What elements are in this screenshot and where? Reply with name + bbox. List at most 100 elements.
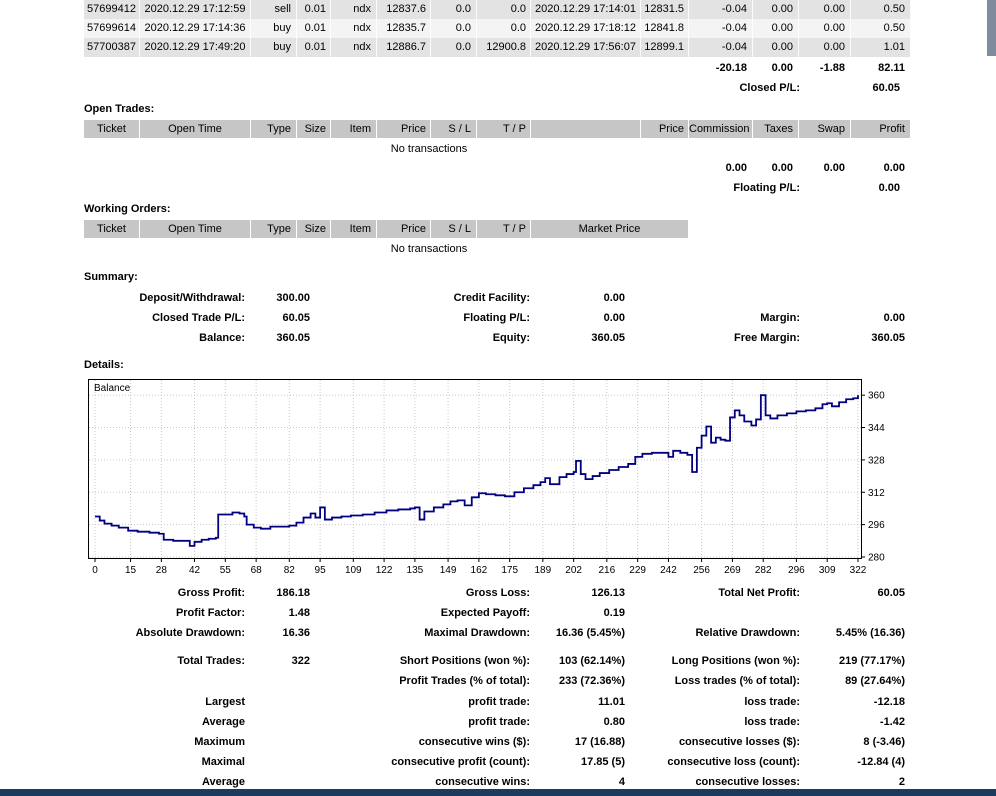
stat-label: consecutive wins ($): [310,735,530,749]
stat-value: 300.00 [245,290,310,306]
header-close-price: Price [641,120,689,138]
cell-sl: 0.0 [431,38,477,57]
cell-size: 0.01 [297,19,331,38]
stat-label: Expected Payoff: [310,606,530,620]
total-swap: -1.88 [799,60,851,76]
chart-xtick-label: 322 [850,565,867,576]
stat-value: 16.36 [245,626,310,640]
chart-xtick-label: 42 [189,565,201,576]
total-swap: 0.00 [799,160,851,176]
stat-row: Largest profit trade: 11.01 loss trade: … [84,695,905,709]
cell-taxes: 0.00 [753,19,799,38]
header-open-time: Open Time [140,220,251,238]
stat-label: Profit Factor: [84,606,245,620]
cell-ticket: 57699614 [84,19,140,38]
chart-xtick-label: 175 [501,565,518,576]
stat-value: 360.05 [530,330,625,346]
header-tp: T / P [477,220,531,238]
stat-label: Total Trades: [84,654,245,668]
closed-totals-row: -20.18 0.00 -1.88 82.11 [84,60,911,76]
floating-pl-value: 0.00 [800,180,905,196]
chart-xtick-label: 109 [345,565,362,576]
cell-size: 0.01 [297,0,331,19]
cell-sl: 0.0 [431,19,477,38]
cell-price: 12835.7 [377,19,431,38]
cell-close-time: 2020.12.29 17:56:07 [531,38,641,57]
stat-value: 89 (27.64%) [800,674,905,688]
stat-value: 0.00 [800,310,905,326]
header-type: Type [251,120,297,138]
summary-row: Closed Trade P/L: 60.05 Floating P/L: 0.… [84,310,905,326]
chart-xtick-label: 229 [629,565,646,576]
stat-label: Gross Profit: [84,586,245,600]
stat-label: profit trade: [310,715,530,729]
chart-xtick-label: 15 [125,565,137,576]
closed-trades-section: 57699412 2020.12.29 17:12:59 sell 0.01 n… [84,0,911,96]
header-market-price: Market Price [531,220,689,238]
open-trades-empty: No transactions [84,142,774,156]
stat-label: Relative Drawdown: [625,626,800,640]
stat-label [84,674,245,688]
chart-xtick-label: 216 [598,565,615,576]
header-tp: T / P [477,120,531,138]
cell-open-time: 2020.12.29 17:49:20 [140,38,251,57]
open-trades-title: Open Trades: [84,102,911,116]
stat-value: 60.05 [800,586,905,600]
stat-label: Short Positions (won %): [310,654,530,668]
chart-border [89,380,862,559]
header-size: Size [297,220,331,238]
stat-label: profit trade: [310,695,530,709]
stat-label [625,290,800,306]
table-row[interactable]: 57699614 2020.12.29 17:14:36 buy 0.01 nd… [84,19,911,38]
details-title: Details: [84,358,124,372]
stat-value: 17.85 (5) [530,755,625,769]
stat-label: loss trade: [625,715,800,729]
chart-xtick-label: 95 [315,565,327,576]
chart-ytick-label: 280 [868,552,885,563]
stat-value: 233 (72.36%) [530,674,625,688]
chart-xtick-label: 242 [660,565,677,576]
stat-row: Profit Trades (% of total): 233 (72.36%)… [84,674,905,688]
header-ticket: Ticket [84,120,140,138]
stat-label: consecutive wins: [310,775,530,789]
cell-ticket: 57700387 [84,38,140,57]
stat-value: 0.00 [530,290,625,306]
scrollbar-thumb[interactable] [987,0,996,56]
stat-value: 103 (62.14%) [530,654,625,668]
balance-chart-svg: 3603443283122962800152842556882951091221… [88,379,900,579]
table-row[interactable]: 57699412 2020.12.29 17:12:59 sell 0.01 n… [84,0,911,19]
header-sl: S / L [431,120,477,138]
summary-title: Summary: [84,270,905,284]
table-row[interactable]: 57700387 2020.12.29 17:49:20 buy 0.01 nd… [84,38,911,57]
cell-item: ndx [331,38,377,57]
stat-label: Deposit/Withdrawal: [84,290,245,306]
stat-value: 0.80 [530,715,625,729]
header-size: Size [297,120,331,138]
stat-value: 360.05 [800,330,905,346]
chart-xtick-label: 122 [376,565,393,576]
total-commission: -20.18 [689,60,753,76]
stat-value [245,715,310,729]
chart-ytick-label: 328 [868,455,885,466]
chart-xtick-label: 82 [284,565,296,576]
cell-commission: -0.04 [689,0,753,19]
header-item: Item [331,120,377,138]
stat-label [625,606,800,620]
stat-row: Total Trades: 322 Short Positions (won %… [84,654,905,668]
stat-label: Absolute Drawdown: [84,626,245,640]
stat-label: loss trade: [625,695,800,709]
open-trades-section: Open Trades: Ticket Open Time Type Size … [84,102,911,196]
cell-ticket: 57699412 [84,0,140,19]
stat-label: consecutive loss (count): [625,755,800,769]
cell-type: buy [251,38,297,57]
stat-value: 186.18 [245,586,310,600]
stat-label: Gross Loss: [310,586,530,600]
cell-close-price: 12841.8 [641,19,689,38]
cell-item: ndx [331,0,377,19]
stat-value: 11.01 [530,695,625,709]
total-commission: 0.00 [689,160,753,176]
stat-row: Average consecutive wins: 4 consecutive … [84,775,905,789]
stats-block-3: Largest profit trade: 11.01 loss trade: … [84,695,905,789]
stat-label: Maximum [84,735,245,749]
header-price: Price [377,220,431,238]
